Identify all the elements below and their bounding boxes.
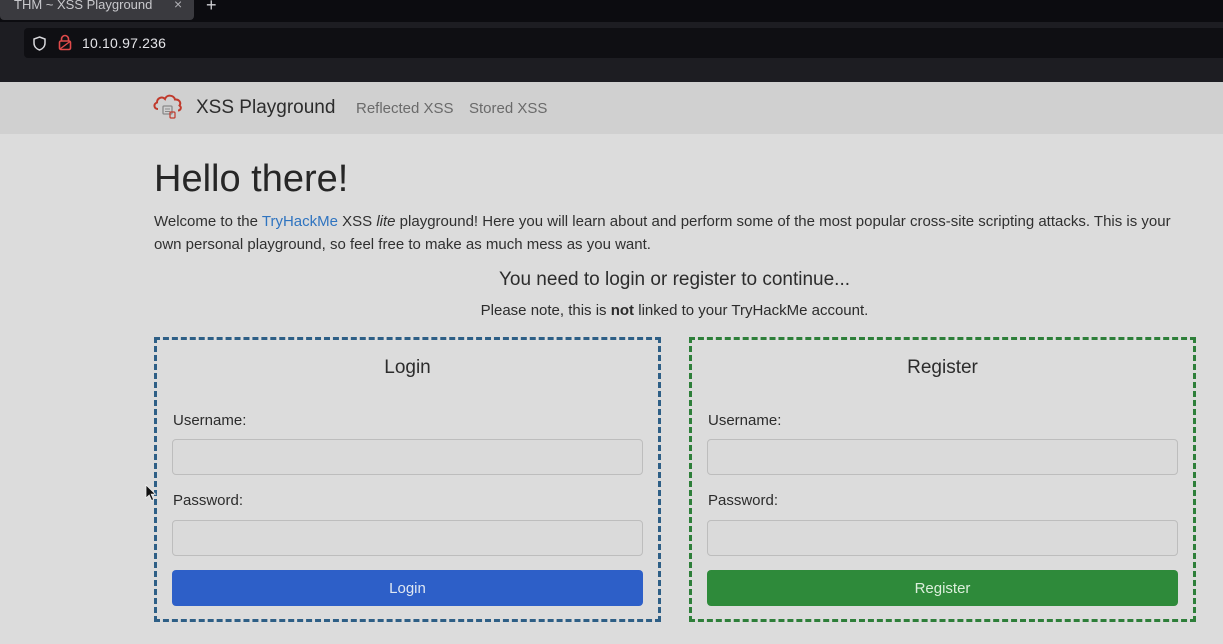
cloud-logo-icon[interactable] xyxy=(152,92,184,122)
login-title: Login xyxy=(384,357,431,378)
shield-icon[interactable] xyxy=(33,36,46,51)
intro-text: Welcome to the TryHackMe XSS lite playgr… xyxy=(154,210,1194,256)
tab-close-icon[interactable]: × xyxy=(174,0,182,12)
login-password-input[interactable] xyxy=(172,520,643,556)
register-password-input[interactable] xyxy=(707,520,1178,556)
site-navbar: XSS Playground Reflected XSS Stored XSS xyxy=(0,82,1223,134)
register-form: Register Username: Password: Register xyxy=(689,337,1196,622)
login-form: Login Username: Password: Login xyxy=(154,337,661,622)
intro-prefix: Welcome to the xyxy=(154,213,262,230)
new-tab-button[interactable]: + xyxy=(206,0,217,16)
nav-link-stored-xss[interactable]: Stored XSS xyxy=(469,100,547,117)
account-note: Please note, this is not linked to your … xyxy=(0,302,1223,319)
login-button[interactable]: Login xyxy=(172,570,643,606)
browser-tab[interactable]: THM ~ XSS Playground × xyxy=(0,0,194,20)
nav-link-reflected-xss[interactable]: Reflected XSS xyxy=(356,100,454,117)
browser-toolbar: 10.10.97.236 xyxy=(0,22,1223,82)
login-username-input[interactable] xyxy=(172,439,643,475)
intro-emphasis: lite xyxy=(376,213,396,230)
intro-mid: XSS xyxy=(337,213,377,230)
brand-name[interactable]: XSS Playground xyxy=(196,97,335,119)
login-prompt: You need to login or register to continu… xyxy=(498,269,851,290)
tryhackme-link[interactable]: TryHackMe xyxy=(262,213,338,230)
address-bar[interactable]: 10.10.97.236 xyxy=(24,28,1223,58)
register-button[interactable]: Register xyxy=(707,570,1178,606)
login-username-label: Username: xyxy=(173,412,247,429)
register-username-input[interactable] xyxy=(707,439,1178,475)
lock-icon[interactable] xyxy=(58,34,72,51)
register-password-label: Password: xyxy=(708,492,779,509)
register-username-label: Username: xyxy=(708,412,782,429)
note-suffix: linked to your TryHackMe account. xyxy=(634,302,869,319)
page-title: Hello there! xyxy=(154,158,349,200)
mouse-cursor-icon xyxy=(145,484,157,502)
url-text[interactable]: 10.10.97.236 xyxy=(82,35,166,51)
tab-title: THM ~ XSS Playground xyxy=(14,0,153,12)
browser-tab-bar: THM ~ XSS Playground × + xyxy=(0,0,1223,22)
note-bold: not xyxy=(610,302,635,319)
page-content: XSS Playground Reflected XSS Stored XSS … xyxy=(0,82,1223,644)
note-prefix: Please note, this is xyxy=(480,302,611,319)
login-password-label: Password: xyxy=(173,492,244,509)
register-title: Register xyxy=(907,357,978,378)
